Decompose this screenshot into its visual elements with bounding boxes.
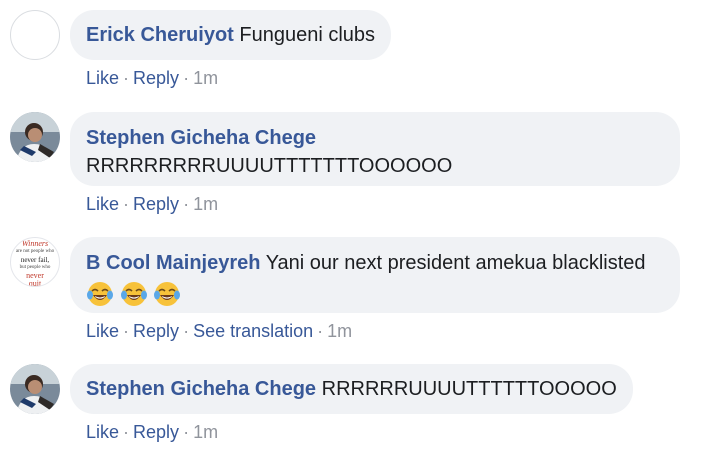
comment-timestamp[interactable]: 1m xyxy=(193,422,218,442)
tears-of-joy-emoji-icon xyxy=(154,281,181,306)
reply-link[interactable]: Reply xyxy=(133,321,179,341)
separator-dot: · xyxy=(123,194,130,214)
comment-actions: Like · Reply · See translation · 1m xyxy=(86,321,352,342)
emoji-row xyxy=(86,279,664,307)
avatar-text: are not people who xyxy=(15,249,55,254)
tears-of-joy-emoji-icon xyxy=(87,281,113,306)
comment-text: RRRRRRUUUUTTTTTTOOOOO xyxy=(321,378,617,400)
like-link[interactable]: Like xyxy=(86,422,119,442)
profile-photo-icon xyxy=(10,364,60,414)
avatar-text: Winners xyxy=(21,239,49,248)
comment-text: RRRRRRRRRUUUUTTTTTTTOOOOOO xyxy=(86,155,453,177)
comment-text: Fungueni clubs xyxy=(239,24,376,46)
separator-dot: · xyxy=(123,422,130,442)
avatar[interactable] xyxy=(10,364,60,414)
separator-dot: · xyxy=(183,422,190,442)
like-link[interactable]: Like xyxy=(86,194,119,214)
comment-bubble: Erick Cheruiyot Fungueni clubs xyxy=(70,10,392,60)
comment-timestamp[interactable]: 1m xyxy=(327,321,352,341)
comment-author[interactable]: Erick Cheruiyot xyxy=(86,24,234,46)
avatar[interactable] xyxy=(10,10,60,60)
reply-link[interactable]: Reply xyxy=(133,68,179,88)
comment-bubble: Stephen Gicheha Chege RRRRRRRRRUUUUTTTTT… xyxy=(70,112,680,186)
separator-dot: · xyxy=(123,68,130,88)
tears-of-joy-emoji-icon xyxy=(120,281,147,306)
comment-timestamp[interactable]: 1m xyxy=(193,194,218,214)
comment-text: Yani our next president amekua blacklist… xyxy=(265,252,646,274)
comment-actions: Like · Reply · 1m xyxy=(86,68,218,89)
avatar-text: quit xyxy=(28,279,42,287)
comment-timestamp[interactable]: 1m xyxy=(193,68,218,88)
comment-bubble: B Cool Mainjeyreh Yani our next presiden… xyxy=(70,237,680,313)
avatar[interactable] xyxy=(10,112,60,162)
like-link[interactable]: Like xyxy=(86,68,119,88)
comment-actions: Like · Reply · 1m xyxy=(86,194,218,215)
comment-author[interactable]: Stephen Gicheha Chege xyxy=(86,378,316,400)
separator-dot: · xyxy=(183,68,190,88)
like-link[interactable]: Like xyxy=(86,321,119,341)
separator-dot: · xyxy=(317,321,324,341)
reply-link[interactable]: Reply xyxy=(133,194,179,214)
separator-dot: · xyxy=(183,321,190,341)
comment-author[interactable]: B Cool Mainjeyreh xyxy=(86,252,260,274)
avatar[interactable]: Winners are not people who never fail, b… xyxy=(10,237,60,287)
profile-photo-icon xyxy=(10,112,60,162)
comment-bubble: Stephen Gicheha Chege RRRRRRUUUUTTTTTTOO… xyxy=(70,364,633,414)
see-translation-link[interactable]: See translation xyxy=(193,321,313,341)
separator-dot: · xyxy=(123,321,130,341)
comment-actions: Like · Reply · 1m xyxy=(86,422,218,443)
comment-author[interactable]: Stephen Gicheha Chege xyxy=(86,124,664,152)
reply-link[interactable]: Reply xyxy=(133,422,179,442)
separator-dot: · xyxy=(183,194,190,214)
avatar-text: never fail, xyxy=(20,256,50,264)
